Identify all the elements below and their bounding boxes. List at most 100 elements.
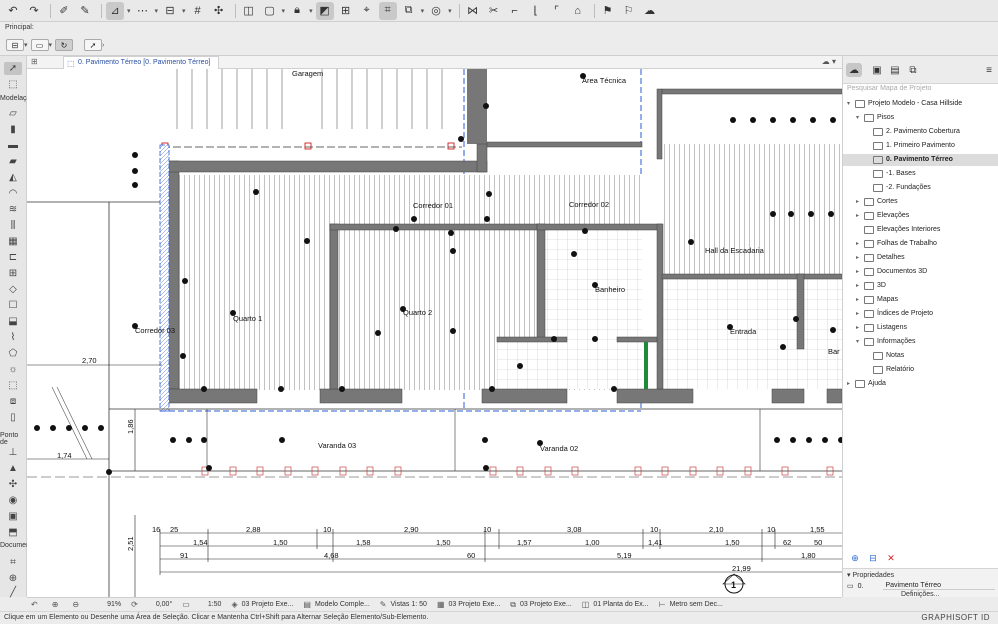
room-label-bar[interactable]: Bar [828, 347, 840, 356]
inject-icon[interactable]: ✎ [76, 2, 94, 20]
hotspot-tool-icon[interactable]: ✣ [4, 478, 22, 491]
door-tool-icon[interactable]: ⊏ [4, 251, 22, 264]
delete-icon[interactable]: ✕ [885, 552, 897, 564]
chevron-right-icon[interactable]: ▸ [856, 308, 864, 320]
chevron-right-icon[interactable]: ▸ [856, 252, 864, 264]
guide-lines-icon[interactable]: ⊿ [106, 1, 124, 20]
renovation-icon[interactable]: ◎ [427, 2, 445, 20]
tree-item[interactable]: Notas [843, 350, 998, 362]
selected-wall[interactable] [159, 144, 170, 412]
section-marker[interactable]: 1 [722, 573, 746, 594]
line-tool-icon[interactable]: ╱ [4, 586, 22, 599]
snap-guides-icon[interactable]: ⋯ [134, 2, 152, 20]
chevron-right-icon[interactable]: ▸ [856, 238, 864, 250]
suspend-groups-icon[interactable]: ▢ [261, 2, 279, 20]
menu-icon[interactable]: ≡ [981, 63, 997, 77]
opening-tool-icon[interactable]: ⬚ [4, 379, 22, 392]
wall-tool-icon[interactable]: ▱ [4, 107, 22, 120]
tree-item[interactable]: 2. Pavimento Cobertura [843, 126, 998, 138]
label-tool-icon[interactable]: ▯ [4, 411, 22, 424]
layer-combination[interactable]: ◈ 03 Projeto Exe... [231, 600, 293, 609]
graphic-override[interactable]: ▦ 03 Projeto Exe... [437, 600, 500, 609]
tree-item[interactable]: ▾ Projeto Modelo - Casa Hillside [843, 98, 998, 110]
rotate-icon[interactable]: ↻ [55, 39, 74, 51]
tree-item[interactable]: ▸ Elevações [843, 210, 998, 222]
chevron-down-icon[interactable]: ▾ [309, 7, 313, 15]
floor-plan-canvas[interactable]: Garagem Área Técnica Corredor 01 Corredo… [27, 69, 842, 597]
tree-item[interactable]: ▸ Folhas de Trabalho [843, 238, 998, 250]
magic-wand-icon[interactable]: ⌗ [378, 1, 397, 20]
redo-icon[interactable]: ↷ [25, 2, 43, 20]
geometry-method-icon[interactable]: ⊟ [6, 39, 24, 51]
chevron-right-icon[interactable]: ▸ [856, 196, 864, 208]
chevron-down-icon[interactable]: ▾ [155, 7, 159, 15]
dimension-tool-icon[interactable]: ⊥ [4, 446, 22, 459]
tab-pavimento-terreo[interactable]: ⬚ 0. Pavimento Térreo [0. Pavimento Térr… [63, 56, 220, 69]
mesh-tool-icon[interactable]: ⌇ [4, 331, 22, 344]
room-label-hall[interactable]: Hall da Escadaria [705, 246, 765, 255]
geometry-method[interactable]: ⊟ ▾ ▭ ▾ ↻ [6, 38, 74, 52]
intersect-icon[interactable]: ⌐ [506, 2, 524, 20]
chevron-down-icon[interactable]: ▾ [127, 7, 131, 15]
chevron-right-icon[interactable]: ▸ [856, 322, 864, 334]
room-label-varanda-02[interactable]: Varanda 02 [540, 444, 578, 453]
renovation-filter[interactable]: ⧉ 03 Projeto Exe... [510, 600, 571, 610]
room-label-entrada[interactable]: Entrada [730, 327, 757, 336]
bimcloud-icon[interactable]: ☁ [641, 2, 659, 20]
tree-item[interactable]: ▸ Cortes [843, 196, 998, 208]
room-label-garagem[interactable]: Garagem [292, 69, 323, 78]
chevron-down-icon[interactable]: ▾ [49, 41, 53, 49]
section-tool-icon[interactable]: ⊕ [4, 572, 22, 585]
room-label-varanda-03[interactable]: Varanda 03 [318, 441, 356, 450]
room-label-quarto-2[interactable]: Quarto 2 [403, 308, 432, 317]
wall-end-icon[interactable]: ⊞ [337, 2, 355, 20]
curtain-wall-tool-icon[interactable]: ▦ [4, 235, 22, 248]
level-dimension-icon[interactable]: ▲ [4, 462, 22, 475]
beam-tool-icon[interactable]: ▬ [4, 139, 22, 152]
chevron-down-icon[interactable]: ▾ [182, 7, 186, 15]
chevron-right-icon[interactable]: › [102, 42, 104, 49]
tree-item[interactable]: ▸ 3D [843, 280, 998, 292]
chevron-down-icon[interactable]: ▾ [24, 41, 28, 49]
arrow-tool-selector[interactable]: ➚ › [84, 38, 107, 52]
object-tool-icon[interactable]: ☐ [4, 299, 22, 312]
chevron-down-icon[interactable]: ▾ [282, 7, 286, 15]
room-label-banheiro[interactable]: Banheiro [595, 285, 625, 294]
tree-item[interactable]: ▸ Listagens [843, 322, 998, 334]
structural-display[interactable]: ◫ 01 Planta do Ex... [582, 600, 649, 609]
grid-snap-icon[interactable]: ⊟ [161, 2, 179, 20]
chevron-right-icon[interactable]: ▸ [856, 266, 864, 278]
pointer-icon[interactable]: ➚ [84, 39, 102, 51]
arrow-tool-icon[interactable]: ➚ [4, 62, 22, 75]
tree-item[interactable]: ▸ Detalhes [843, 252, 998, 264]
flag-icon[interactable]: ⚑ [599, 2, 617, 20]
fillet-icon[interactable]: ⌜ [548, 2, 566, 20]
chevron-down-icon[interactable]: ▾ [856, 336, 864, 348]
room-label-quarto-1[interactable]: Quarto 1 [233, 314, 262, 323]
adjust-icon[interactable]: ✂ [485, 2, 503, 20]
settings-icon[interactable]: ⊟ [867, 552, 879, 564]
dimension-standard[interactable]: ⊢ Metro sem Dec... [659, 600, 723, 609]
layout-book-icon[interactable]: ▤ [887, 63, 903, 77]
tree-item[interactable]: ▸ Ajuda [843, 378, 998, 390]
properties-value[interactable]: Pavimento Térreo [883, 582, 995, 590]
chevron-right-icon[interactable]: ▸ [847, 378, 855, 390]
publisher-sets-icon[interactable]: ⧉ [905, 63, 921, 77]
railing-tool-icon[interactable]: ⫼ [4, 219, 22, 232]
chevron-down-icon[interactable]: ▾ [856, 112, 864, 124]
align-icon[interactable]: ⌖ [358, 2, 376, 20]
layer-icon[interactable]: ◫ [240, 2, 258, 20]
chevron-down-icon[interactable]: ▾ [421, 7, 425, 15]
home-icon[interactable]: ⌂ [569, 2, 587, 20]
stamp-tool-icon[interactable]: ⧈ [4, 395, 22, 408]
grid-icon[interactable]: # [189, 2, 207, 20]
settings-button[interactable]: Definições... [901, 591, 940, 598]
tree-item[interactable]: -2. Fundações [843, 182, 998, 194]
marquee-tool-icon[interactable]: ⬚ [4, 78, 22, 91]
tree-item[interactable]: ▸ Documentos 3D [843, 266, 998, 278]
tree-item[interactable]: Relatório [843, 364, 998, 376]
add-icon[interactable]: ⊕ [849, 552, 861, 564]
zoom-value[interactable]: 91% [93, 601, 121, 608]
tree-item[interactable]: 0. Pavimento Térreo [843, 154, 998, 166]
floor-plan-drawing[interactable]: Garagem Área Técnica Corredor 01 Corredo… [27, 69, 842, 597]
